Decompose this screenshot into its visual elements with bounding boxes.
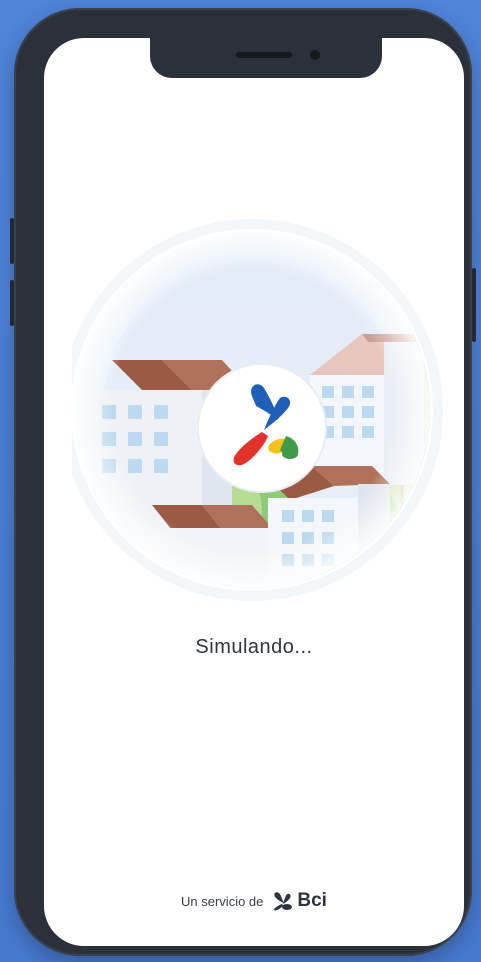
phone-side-button [10, 218, 14, 264]
app-screen: Simulando... Un servicio de Bci [44, 38, 464, 946]
bci-brand-text: Bci [297, 890, 327, 911]
app-logo-badge [197, 363, 327, 493]
phone-frame: Simulando... Un servicio de Bci [10, 8, 476, 956]
loading-illustration [72, 219, 443, 601]
camera-icon [310, 50, 320, 60]
bci-brand: Bci [271, 890, 327, 912]
phone-side-button [10, 280, 14, 326]
phone-notch [150, 38, 382, 78]
status-text: Simulando... [195, 636, 313, 658]
speaker-icon [236, 52, 292, 58]
background: Simulando... Un servicio de Bci [0, 0, 481, 962]
bci-logo-icon [274, 892, 293, 911]
footer-prefix: Un servicio de [181, 893, 264, 909]
phone-side-button [472, 268, 476, 342]
footer: Un servicio de Bci [44, 890, 464, 912]
